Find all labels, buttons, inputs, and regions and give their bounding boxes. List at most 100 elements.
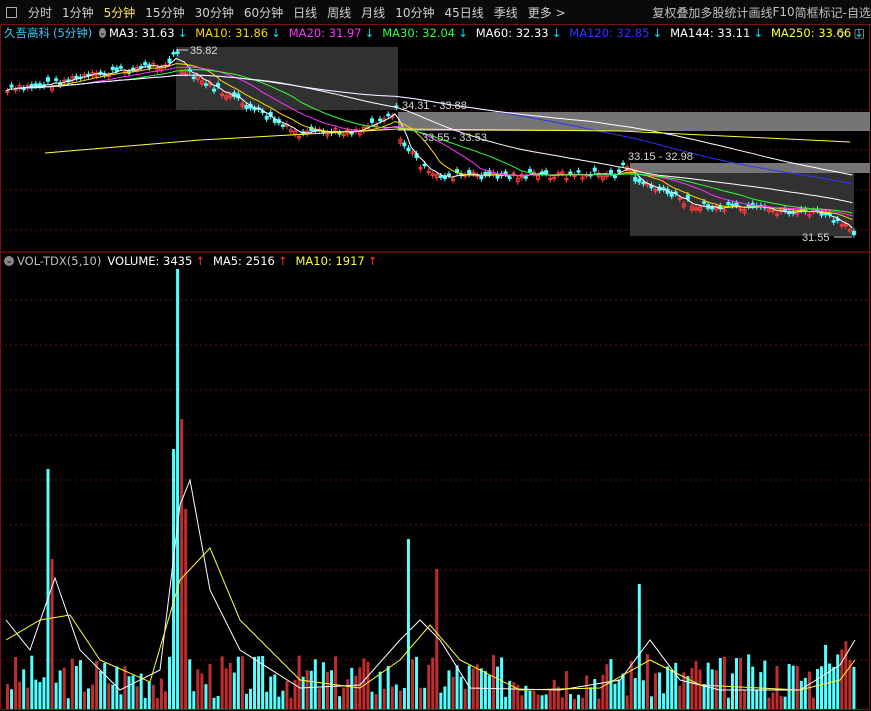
- kline-chart[interactable]: 35.82 34.31 - 33.88 33.55 - 33.53 33.15 - 3…: [0, 0, 871, 711]
- volume-bar: [82, 691, 86, 709]
- volume-bar: [127, 676, 131, 709]
- candle-body: [669, 192, 674, 197]
- volume-bar: [423, 687, 427, 709]
- volume-bar: [767, 697, 771, 709]
- candle-body: [483, 171, 488, 176]
- volume-bar: [698, 669, 702, 709]
- volume-bar: [779, 695, 783, 709]
- volume-bar: [147, 681, 151, 709]
- volume-bar: [176, 269, 180, 709]
- volume-bar: [621, 673, 625, 709]
- candle-body: [617, 169, 622, 173]
- volume-bar: [743, 690, 747, 709]
- volume-bar: [305, 670, 309, 709]
- volume-bar: [625, 695, 629, 709]
- volume-bar: [62, 667, 66, 709]
- volume-bar: [354, 675, 358, 709]
- candle-body: [167, 58, 172, 64]
- volume-bar: [325, 672, 329, 709]
- volume-bar: [820, 666, 824, 709]
- volume-bar: [427, 664, 431, 709]
- volume-bar: [131, 675, 135, 709]
- volume-bar: [605, 664, 609, 709]
- volume-bar: [10, 689, 14, 709]
- volume-bar: [459, 676, 463, 709]
- volume-bar: [722, 656, 726, 709]
- candle-body: [191, 76, 196, 79]
- volume-bar: [285, 680, 289, 709]
- volume-bar: [807, 671, 811, 709]
- candle-body: [74, 75, 79, 79]
- candle-body: [507, 176, 512, 180]
- volume-bar: [386, 666, 390, 709]
- volume-bar: [50, 559, 54, 709]
- candle-body: [212, 88, 217, 92]
- volume-bar: [771, 692, 775, 709]
- volume-bar: [192, 691, 196, 709]
- volume-bar: [301, 676, 305, 709]
- volume-bar: [662, 693, 666, 709]
- volume-bar: [321, 662, 325, 709]
- volume-bar: [87, 688, 90, 709]
- volume-bar: [544, 694, 548, 709]
- volume-bar: [532, 691, 536, 709]
- volume-bar: [573, 698, 576, 709]
- volume-bar: [342, 687, 346, 709]
- volume-bar: [163, 691, 167, 709]
- volume-bar: [119, 694, 123, 709]
- volume-bar: [374, 694, 378, 709]
- candle-body: [171, 51, 176, 55]
- volume-bar: [483, 671, 487, 709]
- volume-bar: [540, 695, 544, 709]
- volume-bar: [674, 662, 678, 709]
- candle-body: [54, 78, 59, 81]
- volume-bar: [633, 678, 637, 709]
- candle-body: [252, 107, 257, 111]
- price-annotation: 34.31 - 33.88: [402, 100, 467, 112]
- candle-body: [592, 167, 597, 172]
- volume-bar: [309, 670, 313, 709]
- volume-bar: [496, 666, 500, 709]
- volume-bar: [216, 695, 220, 709]
- volume-bar: [795, 665, 799, 709]
- candle-body: [637, 178, 642, 183]
- volume-bar: [601, 674, 605, 709]
- volume-bar: [390, 686, 394, 709]
- volume-bar: [74, 666, 78, 709]
- volume-bar: [406, 539, 410, 709]
- volume-bar: [411, 659, 414, 709]
- candle-body: [734, 202, 739, 206]
- volume-bar: [269, 676, 273, 709]
- volume-bar: [747, 654, 751, 709]
- candle-body: [613, 175, 617, 179]
- volume-bar: [135, 686, 139, 709]
- candle-body: [203, 83, 208, 86]
- candle-body: [114, 67, 119, 72]
- volume-bar: [803, 677, 807, 709]
- candle-body: [9, 84, 14, 88]
- volume-bar: [70, 658, 74, 709]
- candle-body: [576, 170, 581, 173]
- candle-body: [386, 113, 391, 117]
- volume-bar: [240, 656, 244, 709]
- volume-bar: [787, 663, 791, 709]
- volume-bar: [42, 677, 46, 709]
- volume-bar: [475, 664, 479, 709]
- volume-bar: [196, 669, 200, 709]
- volume-bar: [107, 683, 111, 709]
- volume-bar: [443, 686, 447, 709]
- volume-bar: [775, 666, 779, 709]
- volume-bar: [78, 660, 82, 709]
- volume-bar: [151, 684, 155, 709]
- volume-bar: [30, 655, 34, 709]
- volume-bar: [492, 655, 495, 709]
- volume-bar: [382, 688, 386, 709]
- volume-bar: [159, 678, 163, 709]
- volume-bar: [143, 697, 147, 709]
- volume-bar: [334, 656, 338, 709]
- volume-bar: [447, 670, 451, 709]
- candle-body: [264, 115, 269, 120]
- volume-bar: [99, 670, 103, 709]
- volume-bar: [366, 661, 370, 709]
- candle-body: [730, 203, 735, 207]
